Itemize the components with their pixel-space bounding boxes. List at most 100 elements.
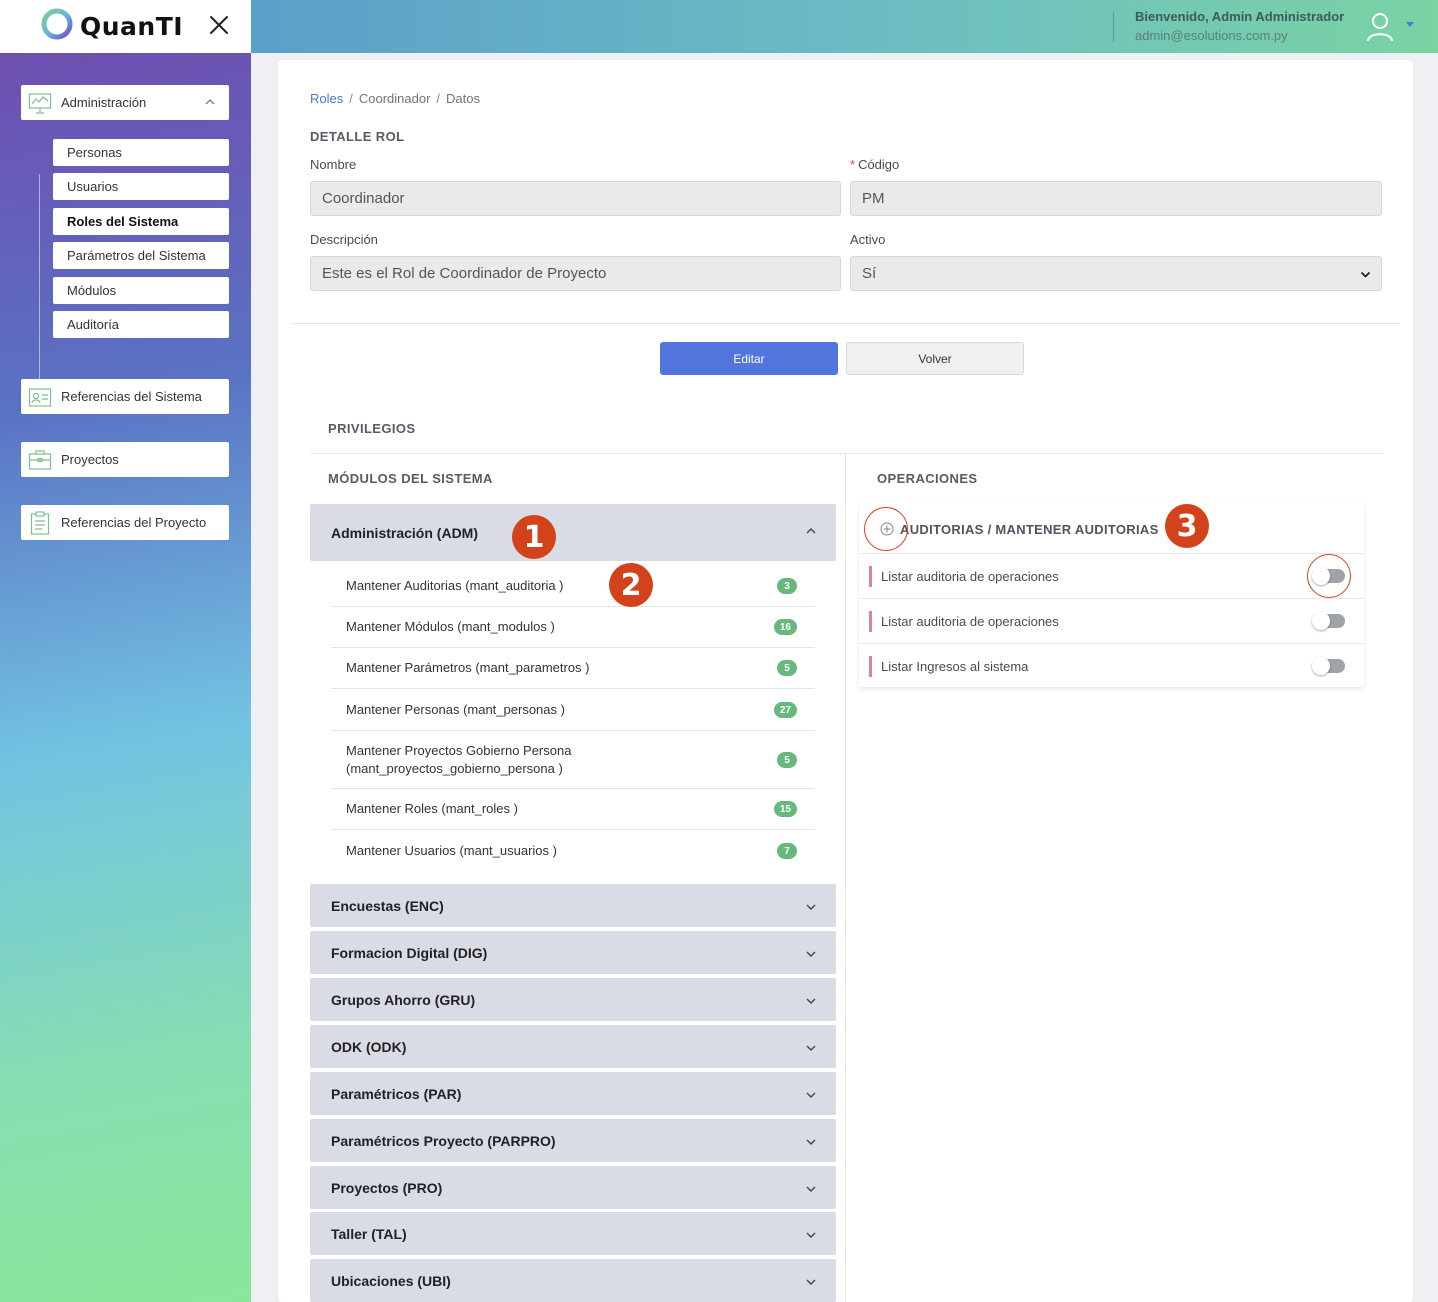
topbar-divider xyxy=(1113,12,1114,42)
activo-label: Activo xyxy=(850,232,886,247)
module-header-adm[interactable]: Administración (ADM) xyxy=(310,504,836,561)
main-card: Roles / Coordinador / Datos DETALLE ROL Nomb… xyxy=(278,60,1413,1302)
sidebar-item-parametros[interactable]: Parámetros del Sistema xyxy=(53,242,229,269)
sidebar-group-label: Referencias del Sistema xyxy=(61,389,202,404)
chevron-down-icon xyxy=(806,1186,816,1192)
sidebar-group-label: Proyectos xyxy=(61,452,119,467)
id-card-icon xyxy=(28,387,52,407)
chevron-down-icon xyxy=(806,1139,816,1145)
module-header-pro[interactable]: Proyectos (PRO) xyxy=(310,1166,836,1209)
codigo-value: PM xyxy=(862,190,885,207)
sidebar-item-auditoria[interactable]: Auditoría xyxy=(53,311,229,338)
operation-toggle[interactable] xyxy=(1312,612,1345,630)
annotation-marker-2: 2 xyxy=(609,563,653,607)
back-button[interactable]: Volver xyxy=(846,342,1024,375)
submodule-row[interactable]: Mantener Auditorias (mant_auditoria ) 3 xyxy=(331,566,815,607)
submodule-row[interactable]: Mantener Roles (mant_roles ) 15 xyxy=(331,789,815,830)
annotation-ring-plus xyxy=(864,507,908,551)
activo-select[interactable]: Sí xyxy=(850,256,1382,291)
sidebar-group-referencias-sistema[interactable]: Referencias del Sistema xyxy=(21,379,229,414)
chevron-down-icon xyxy=(1360,271,1371,278)
breadcrumb-coordinador[interactable]: Coordinador xyxy=(359,91,431,106)
submodule-row[interactable]: Mantener Usuarios (mant_usuarios ) 7 xyxy=(331,830,815,872)
operations-group-header[interactable]: AUDITORIAS / MANTENER AUDITORIAS xyxy=(859,504,1364,554)
detail-section-title: DETALLE ROL xyxy=(310,129,405,144)
submodule-row[interactable]: Mantener Proyectos Gobierno Persona (man… xyxy=(331,731,815,789)
sidebar-group-referencias-proyecto[interactable]: Referencias del Proyecto xyxy=(21,505,229,540)
sidebar: Administración Personas Usuarios Roles d… xyxy=(0,53,251,1302)
submodule-label: Mantener Usuarios (mant_usuarios ) xyxy=(346,843,557,858)
module-header-tal[interactable]: Taller (TAL) xyxy=(310,1212,836,1255)
chevron-down-icon xyxy=(806,904,816,910)
sidebar-group-proyectos[interactable]: Proyectos xyxy=(21,442,229,477)
submodule-label: Mantener Roles (mant_roles ) xyxy=(346,801,518,816)
sidebar-item-modulos[interactable]: Módulos xyxy=(53,277,229,304)
submodule-label: Mantener Proyectos Gobierno Persona (man… xyxy=(346,743,572,776)
count-badge: 5 xyxy=(777,660,797,676)
chevron-down-icon xyxy=(806,951,816,957)
close-menu-icon[interactable] xyxy=(207,13,231,37)
breadcrumb: Roles / Coordinador / Datos xyxy=(310,91,481,106)
clipboard-icon xyxy=(30,510,50,535)
codigo-field[interactable]: PM xyxy=(850,181,1382,216)
module-header-parpro[interactable]: Paramétricos Proyecto (PARPRO) xyxy=(310,1119,836,1162)
required-mark: * xyxy=(850,157,856,172)
module-header-label: Paramétricos Proyecto (PARPRO) xyxy=(331,1132,556,1149)
module-header-gru[interactable]: Grupos Ahorro (GRU) xyxy=(310,978,836,1021)
count-badge: 27 xyxy=(773,702,797,718)
submodule-label: Mantener Personas (mant_personas ) xyxy=(346,702,565,717)
submodule-row[interactable]: Mantener Parámetros (mant_parametros ) 5 xyxy=(331,648,815,689)
submodule-label: Mantener Módulos (mant_modulos ) xyxy=(346,619,555,634)
user-avatar-icon[interactable] xyxy=(1365,11,1395,43)
activo-value: Sí xyxy=(862,265,877,282)
module-header-label: Formacion Digital (DIG) xyxy=(331,944,488,961)
edit-button[interactable]: Editar xyxy=(660,342,838,375)
descripcion-field[interactable]: Este es el Rol de Coordinador de Proyect… xyxy=(310,256,841,291)
sidebar-item-personas[interactable]: Personas xyxy=(53,139,229,166)
module-header-ubi[interactable]: Ubicaciones (UBI) xyxy=(310,1259,836,1302)
chevron-down-icon xyxy=(806,1045,816,1051)
codigo-label: * Código xyxy=(850,157,900,172)
operation-row: Listar auditoria de operaciones xyxy=(859,599,1364,644)
module-header-label: Proyectos (PRO) xyxy=(331,1179,443,1196)
module-header-odk[interactable]: ODK (ODK) xyxy=(310,1025,836,1068)
count-badge: 3 xyxy=(777,578,797,594)
module-header-par[interactable]: Paramétricos (PAR) xyxy=(310,1072,836,1115)
operation-marker xyxy=(869,611,872,632)
toggle-knob xyxy=(1312,612,1330,630)
count-badge: 7 xyxy=(777,843,797,859)
count-badge: 5 xyxy=(777,752,797,768)
sidebar-group-administracion[interactable]: Administración xyxy=(21,85,229,120)
breadcrumb-roles-link[interactable]: Roles xyxy=(310,91,343,106)
briefcase-icon xyxy=(28,449,52,470)
module-header-dig[interactable]: Formacion Digital (DIG) xyxy=(310,931,836,974)
chevron-down-icon xyxy=(806,1092,816,1098)
top-bar: Bienvenido, Admin Administrador admin@es… xyxy=(251,0,1438,53)
chevron-down-icon xyxy=(806,1232,816,1238)
module-header-enc[interactable]: Encuestas (ENC) xyxy=(310,884,836,927)
nombre-value: Coordinador xyxy=(322,190,405,207)
presentation-board-icon xyxy=(28,92,52,114)
descripcion-label: Descripción xyxy=(310,232,378,247)
operation-toggle[interactable] xyxy=(1312,657,1345,675)
user-menu-caret-icon[interactable] xyxy=(1406,22,1414,27)
sidebar-item-usuarios[interactable]: Usuarios xyxy=(53,173,229,200)
annotation-marker-3: 3 xyxy=(1165,504,1209,548)
submodule-label: Mantener Parámetros (mant_parametros ) xyxy=(346,660,590,675)
submodule-row[interactable]: Mantener Personas (mant_personas ) 27 xyxy=(331,689,815,731)
toggle-knob xyxy=(1312,657,1330,675)
submodule-row[interactable]: Mantener Módulos (mant_modulos ) 16 xyxy=(331,607,815,648)
module-header-label: Taller (TAL) xyxy=(331,1225,407,1242)
module-header-label: Encuestas (ENC) xyxy=(331,897,444,914)
breadcrumb-datos: Datos xyxy=(446,91,481,106)
operations-card: AUDITORIAS / MANTENER AUDITORIAS Listar … xyxy=(859,504,1364,687)
descripcion-value: Este es el Rol de Coordinador de Proyect… xyxy=(322,265,607,282)
operation-label: Listar Ingresos al sistema xyxy=(881,659,1029,674)
nombre-label: Nombre xyxy=(310,157,357,172)
module-header-label: Ubicaciones (UBI) xyxy=(331,1272,451,1289)
divider xyxy=(293,323,1400,324)
sidebar-item-roles[interactable]: Roles del Sistema xyxy=(53,208,229,235)
operation-marker xyxy=(869,656,872,677)
nombre-field[interactable]: Coordinador xyxy=(310,181,841,216)
sidebar-group-label: Administración xyxy=(61,95,147,110)
